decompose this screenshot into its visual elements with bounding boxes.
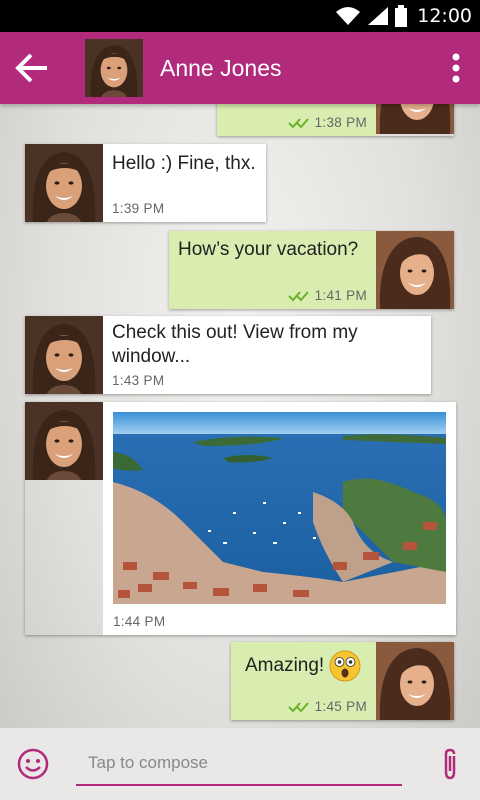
message-bubble: How’s your vacation? 1:41 PM <box>169 231 376 309</box>
message-bubble: 1:44 PM <box>103 402 456 635</box>
read-ticks-icon <box>287 291 309 301</box>
contact-message-avatar <box>25 402 103 480</box>
more-vert-icon <box>452 53 460 83</box>
message-time: 1:44 PM <box>113 614 166 629</box>
wifi-icon <box>336 7 361 25</box>
harbor-photo[interactable] <box>113 412 446 604</box>
surprised-emoji-icon <box>329 650 361 682</box>
contact-name[interactable]: Anne Jones <box>160 55 436 82</box>
message-meta: 1:38 PM <box>287 115 367 130</box>
contact-message-avatar <box>25 316 103 394</box>
compose-input[interactable] <box>76 742 402 786</box>
app-bar: Anne Jones <box>0 32 480 104</box>
message-time: 1:39 PM <box>112 201 165 216</box>
my-avatar <box>376 642 454 720</box>
status-time: 12:00 <box>417 5 472 27</box>
message-meta: 1:45 PM <box>287 699 367 714</box>
battery-icon <box>395 5 408 27</box>
message-bubble: Hello :) Fine, thx. 1:39 PM <box>103 144 266 222</box>
message-time: 1:43 PM <box>112 373 165 388</box>
arrow-back-icon <box>15 53 47 83</box>
message-outgoing[interactable]: How’s your vacation? 1:41 PM <box>169 231 454 309</box>
overflow-menu-button[interactable] <box>436 32 476 104</box>
my-avatar <box>376 104 454 134</box>
emoji-button[interactable] <box>0 728 66 800</box>
smiley-icon <box>17 748 49 780</box>
message-meta: 1:43 PM <box>112 373 164 388</box>
message-text: How’s your vacation? <box>178 239 359 260</box>
compose-bar <box>0 728 480 800</box>
message-meta: 1:44 PM <box>113 614 165 629</box>
signal-icon <box>368 7 389 25</box>
message-meta: 1:41 PM <box>287 288 367 303</box>
message-bubble: 1:38 PM <box>217 104 376 136</box>
message-incoming[interactable]: Check this out! View from my window... 1… <box>25 316 431 394</box>
contact-message-avatar <box>25 144 103 222</box>
read-ticks-icon <box>287 118 309 128</box>
message-list[interactable]: 1:38 PM Hello :) Fine, thx. 1:39 PM How’… <box>0 104 480 728</box>
message-text: Check this out! View from my window... <box>112 322 358 367</box>
message-meta: 1:39 PM <box>112 201 164 216</box>
my-avatar <box>376 231 454 309</box>
paperclip-icon <box>444 748 456 780</box>
message-time: 1:41 PM <box>314 288 367 303</box>
message-text: Hello :) Fine, thx. <box>112 153 256 174</box>
read-ticks-icon <box>287 702 309 712</box>
back-button[interactable] <box>0 32 64 104</box>
message-text-content: Amazing! <box>245 655 325 676</box>
message-incoming[interactable]: Hello :) Fine, thx. 1:39 PM <box>25 144 266 222</box>
message-time: 1:45 PM <box>314 699 367 714</box>
message-bubble: Check this out! View from my window... 1… <box>103 316 431 394</box>
message-outgoing[interactable]: 1:38 PM <box>217 104 454 136</box>
message-bubble: Amazing! 1:45 PM <box>231 642 376 720</box>
attach-button[interactable] <box>420 728 480 800</box>
message-text: Amazing! <box>245 650 367 682</box>
message-outgoing[interactable]: Amazing! 1:45 PM <box>231 642 454 720</box>
message-time: 1:38 PM <box>314 115 367 130</box>
message-incoming-image[interactable]: 1:44 PM <box>25 402 456 635</box>
contact-avatar[interactable] <box>85 39 143 97</box>
status-bar: 12:00 <box>0 0 480 32</box>
